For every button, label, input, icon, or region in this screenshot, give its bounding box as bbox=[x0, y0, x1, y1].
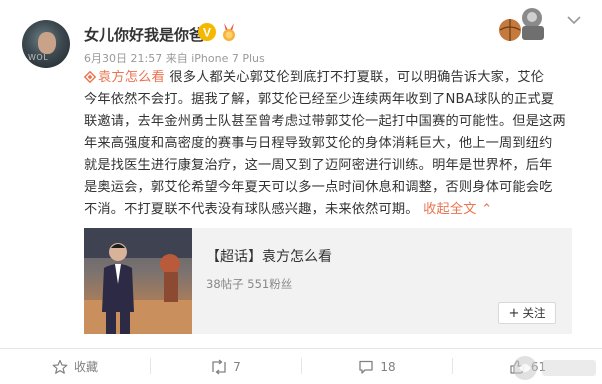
repost-count: 7 bbox=[233, 359, 241, 374]
super-topic-link[interactable]: 袁方怎么看 bbox=[84, 70, 169, 85]
comment-icon bbox=[359, 360, 374, 374]
post-line-6: 是奥运会，郭艾伦希望今年夏天可以多一点时间休息和调整，否则身体可能会吃 bbox=[84, 180, 553, 195]
post-line-5: 就是找医生进行康复治疗，这一周又到了迈阿密进行训练。明年是世界杯，后年 bbox=[84, 158, 553, 173]
medal-icon bbox=[223, 23, 235, 41]
comment-button[interactable]: 18 bbox=[302, 349, 452, 384]
collapse-text-link[interactable]: 收起全文 ⌃ bbox=[423, 202, 492, 217]
card-thumbnail bbox=[84, 228, 192, 334]
post-meta: 6月30日 21:57 来自 iPhone 7 Plus bbox=[84, 50, 265, 66]
super-topic-label: 袁方怎么看 bbox=[98, 70, 165, 85]
username[interactable]: 女儿你好我是你爸 bbox=[84, 24, 204, 45]
collapse-arrow-icon: ⌃ bbox=[481, 202, 493, 217]
top-badge-image bbox=[499, 8, 544, 41]
post-line-4: 年来高强度和高密度的赛事与日程导致郭艾伦的身体消耗巨大，他上一周到纽约 bbox=[84, 136, 553, 151]
post-line-3: 联邀请，去年金州勇士队甚至曾考虑过带郭艾伦一起打中国赛的可能性。但是这两 bbox=[84, 114, 566, 129]
vip-badge-letter: V bbox=[203, 26, 211, 40]
follow-label: 关注 bbox=[522, 306, 546, 320]
repost-icon bbox=[212, 358, 226, 375]
post-line-2: 今年依然不会打。据我了解，郭艾伦已经至少连续两年收到了NBA球队的正式夏 bbox=[84, 92, 555, 107]
vip-badge-icon: V bbox=[198, 23, 216, 41]
super-topic-card[interactable]: 【超话】袁方怎么看 38帖子 551粉丝 + 关注 bbox=[84, 228, 572, 334]
post-timestamp: 6月30日 21:57 bbox=[84, 52, 163, 65]
post-line-1: 很多人都关心郭艾伦到底打不打夏联，可以明确告诉大家，艾伦 bbox=[169, 70, 545, 85]
super-topic-icon bbox=[84, 71, 96, 83]
follow-button[interactable]: + 关注 bbox=[498, 302, 556, 324]
avatar[interactable]: WOL bbox=[22, 20, 70, 68]
watermark-logo bbox=[513, 356, 596, 380]
star-icon bbox=[52, 359, 68, 374]
post-text: 袁方怎么看 很多人都关心郭艾伦到底打不打夏联，可以明确告诉大家，艾伦 今年依然不… bbox=[84, 67, 572, 221]
favorite-label: 收藏 bbox=[73, 360, 98, 374]
collapse-text-label: 收起全文 bbox=[423, 202, 477, 217]
repost-button[interactable]: 7 bbox=[151, 349, 301, 384]
avatar-watermark: WOL bbox=[28, 53, 49, 62]
card-stats: 38帖子 551粉丝 bbox=[206, 277, 293, 291]
chevron-down-icon[interactable] bbox=[566, 14, 582, 26]
favorite-button[interactable]: 收藏 bbox=[0, 349, 150, 384]
post-line-7: 不消。不打夏联不代表没有球队感兴趣，未来依然可期。 bbox=[84, 202, 419, 217]
card-title: 【超话】袁方怎么看 bbox=[206, 249, 332, 265]
plus-icon: + bbox=[508, 305, 520, 321]
comment-count: 18 bbox=[380, 359, 396, 374]
post-source-prefix: 来自 bbox=[165, 52, 188, 65]
post-source[interactable]: iPhone 7 Plus bbox=[191, 52, 265, 65]
